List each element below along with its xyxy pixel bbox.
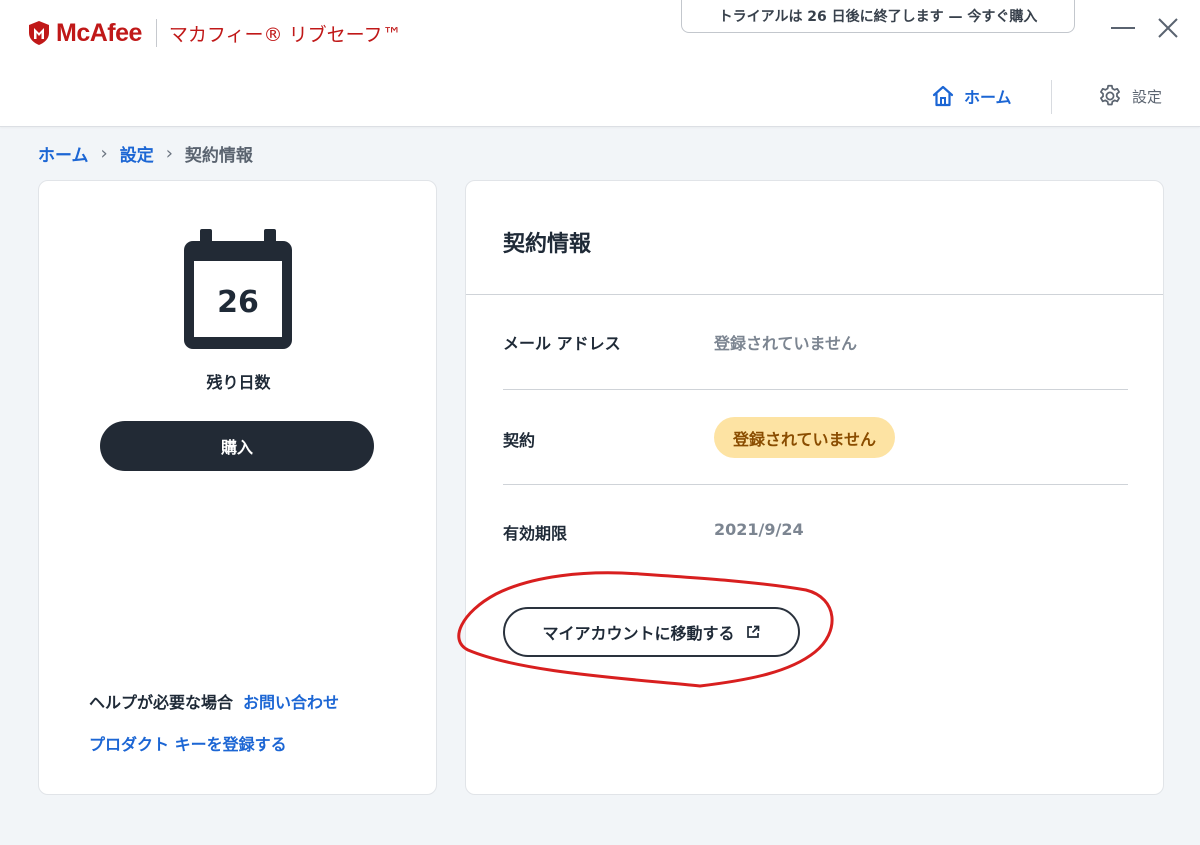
trial-banner[interactable]: トライアルは 26 日後に終了します — 今すぐ購入 — [681, 0, 1075, 33]
close-icon[interactable] — [1157, 17, 1179, 39]
chevron-right-icon: › — [165, 142, 173, 164]
brand-name: McAfee — [56, 18, 142, 47]
section-title: 契約情報 — [503, 232, 592, 257]
subscription-card: 契約情報 メール アドレス 登録されていません 契約 登録されていません 有効期… — [465, 180, 1164, 795]
days-remaining-number: 26 — [217, 285, 259, 320]
nav-settings[interactable]: 設定 — [1097, 82, 1162, 110]
product-name: マカフィー® リブセーフ™ — [168, 23, 402, 46]
buy-button[interactable]: 購入 — [100, 421, 374, 471]
row-divider — [503, 484, 1128, 485]
subscription-label: 契約 — [503, 431, 536, 450]
brand-divider — [155, 19, 157, 47]
help-line: ヘルプが必要な場合 お問い合わせ — [89, 689, 339, 713]
register-product-key-link[interactable]: プロダクト キーを登録する — [89, 731, 287, 755]
mcafee-shield-icon — [29, 21, 49, 45]
gear-icon — [1100, 84, 1120, 106]
breadcrumb-home[interactable]: ホーム — [38, 141, 89, 166]
nav-separator — [1051, 80, 1052, 114]
chevron-right-icon: › — [100, 142, 108, 164]
email-value: 登録されていません — [714, 334, 858, 353]
minimize-icon[interactable] — [1111, 27, 1135, 29]
breadcrumb-current: 契約情報 — [184, 145, 253, 166]
expiry-value: 2021/9/24 — [714, 520, 804, 539]
my-account-button[interactable]: マイアカウントに移動する — [503, 607, 800, 657]
title-divider — [466, 294, 1163, 295]
row-divider — [503, 389, 1128, 390]
my-account-button-label: マイアカウントに移動する — [542, 624, 735, 643]
app-header: McAfee マカフィー® リブセーフ™ トライアルは 26 日後に終了します … — [0, 0, 1200, 127]
external-link-icon — [746, 625, 759, 638]
trial-card: 26 残り日数 購入 ヘルプが必要な場合 お問い合わせ プロダクト キーを登録する — [38, 180, 437, 795]
breadcrumb: ホーム › 設定 › 契約情報 — [38, 141, 253, 166]
help-text: ヘルプが必要な場合 — [89, 693, 234, 712]
subscription-status-badge: 登録されていません — [714, 417, 896, 458]
home-icon — [932, 85, 954, 107]
nav-settings-label: 設定 — [1132, 87, 1163, 106]
expiry-label: 有効期限 — [503, 524, 568, 543]
email-label: メール アドレス — [503, 334, 621, 353]
contact-link[interactable]: お問い合わせ — [243, 693, 339, 712]
nav-home[interactable]: ホーム — [931, 82, 1012, 110]
nav-home-label: ホーム — [964, 88, 1012, 107]
breadcrumb-settings[interactable]: 設定 — [120, 141, 154, 166]
brand: McAfee マカフィー® リブセーフ™ — [28, 16, 401, 50]
days-remaining-label: 残り日数 — [206, 373, 271, 392]
